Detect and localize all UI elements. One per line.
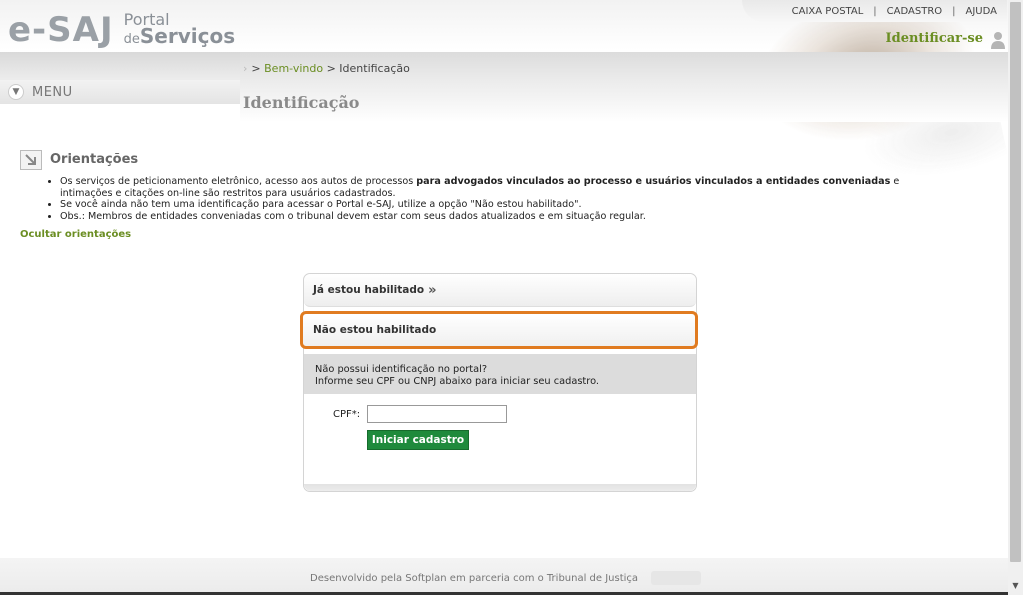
cadastro-link[interactable]: CADASTRO [877,6,952,17]
already-enabled-label: Já estou habilitado [313,284,425,296]
not-enabled-label: Não estou habilitado [313,324,437,336]
header-band [0,52,1010,82]
guidance-item: Se você ainda não tem uma identificação … [60,199,942,211]
chevron-down-icon: ▼ [8,84,24,100]
vertical-scrollbar[interactable]: ▼ [1008,0,1023,595]
guidance-item: Obs.: Membros de entidades conveniadas c… [60,211,942,223]
user-icon[interactable] [988,30,1008,50]
cpf-label: CPF*: [333,409,361,420]
double-chevron-right-icon: » [428,282,437,298]
cpf-input[interactable] [367,405,507,423]
top-links: CAIXA POSTAL | CADASTRO | AJUDA [741,0,1007,22]
scrollbar-thumb[interactable] [1010,2,1021,562]
guidance-item-text: Os serviços de peticionamento eletrônico… [60,176,417,187]
start-registration-button[interactable]: Iniciar cadastro [367,430,469,450]
not-enabled-tab[interactable]: Não estou habilitado [300,311,698,349]
panel-bottom-bar [304,484,696,491]
breadcrumb-home-link[interactable]: Bem-vindo [264,62,323,75]
breadcrumb-separator: > [323,62,340,75]
scroll-down-arrow-icon[interactable]: ▼ [1010,579,1021,591]
already-enabled-tab[interactable]: Já estou habilitado » [304,274,696,307]
hide-guidance-link[interactable]: Ocultar orientações [20,229,131,240]
breadcrumb-prefix: > [251,62,265,75]
guidance-title: Orientações [50,152,139,167]
logo-text: e-SAJ [8,10,114,50]
identify-link[interactable]: Identificar-se [886,31,983,46]
menu-toggle[interactable]: ▼ MENU [0,80,240,104]
logo-de-word: de [123,32,140,47]
breadcrumb-chevron-icon: › [243,62,248,75]
footer-text: Desenvolvido pela Softplan em parceria c… [310,573,639,584]
caixa-postal-link[interactable]: CAIXA POSTAL [782,6,874,17]
breadcrumb-current: Identificação [339,62,410,75]
portal-logo[interactable]: e-SAJ Portal deServiços [8,10,235,50]
guidance-item-bold: para advogados vinculados ao processo e … [416,176,891,187]
ajuda-link[interactable]: AJUDA [956,6,1007,17]
page-title: Identificação [243,93,360,112]
info-line: Informe seu CPF ou CNPJ abaixo para inic… [315,376,600,387]
breadcrumb: › > Bem-vindo > Identificação [243,62,410,75]
guidance-arrow-icon [20,150,42,170]
logo-servicos-word: Serviços [139,24,236,48]
logo-subtitle: Portal deServiços [124,12,235,48]
tribunal-logo [651,571,701,585]
info-line: Não possui identificação no portal? [315,364,488,375]
menu-label: MENU [32,84,73,100]
guidance-list: Os serviços de peticionamento eletrônico… [42,176,942,222]
guidance-item: Os serviços de peticionamento eletrônico… [60,176,942,199]
identification-panel: Já estou habilitado » Não estou habilita… [300,273,698,492]
signup-info: Não possui identificação no portal? Info… [304,354,696,394]
